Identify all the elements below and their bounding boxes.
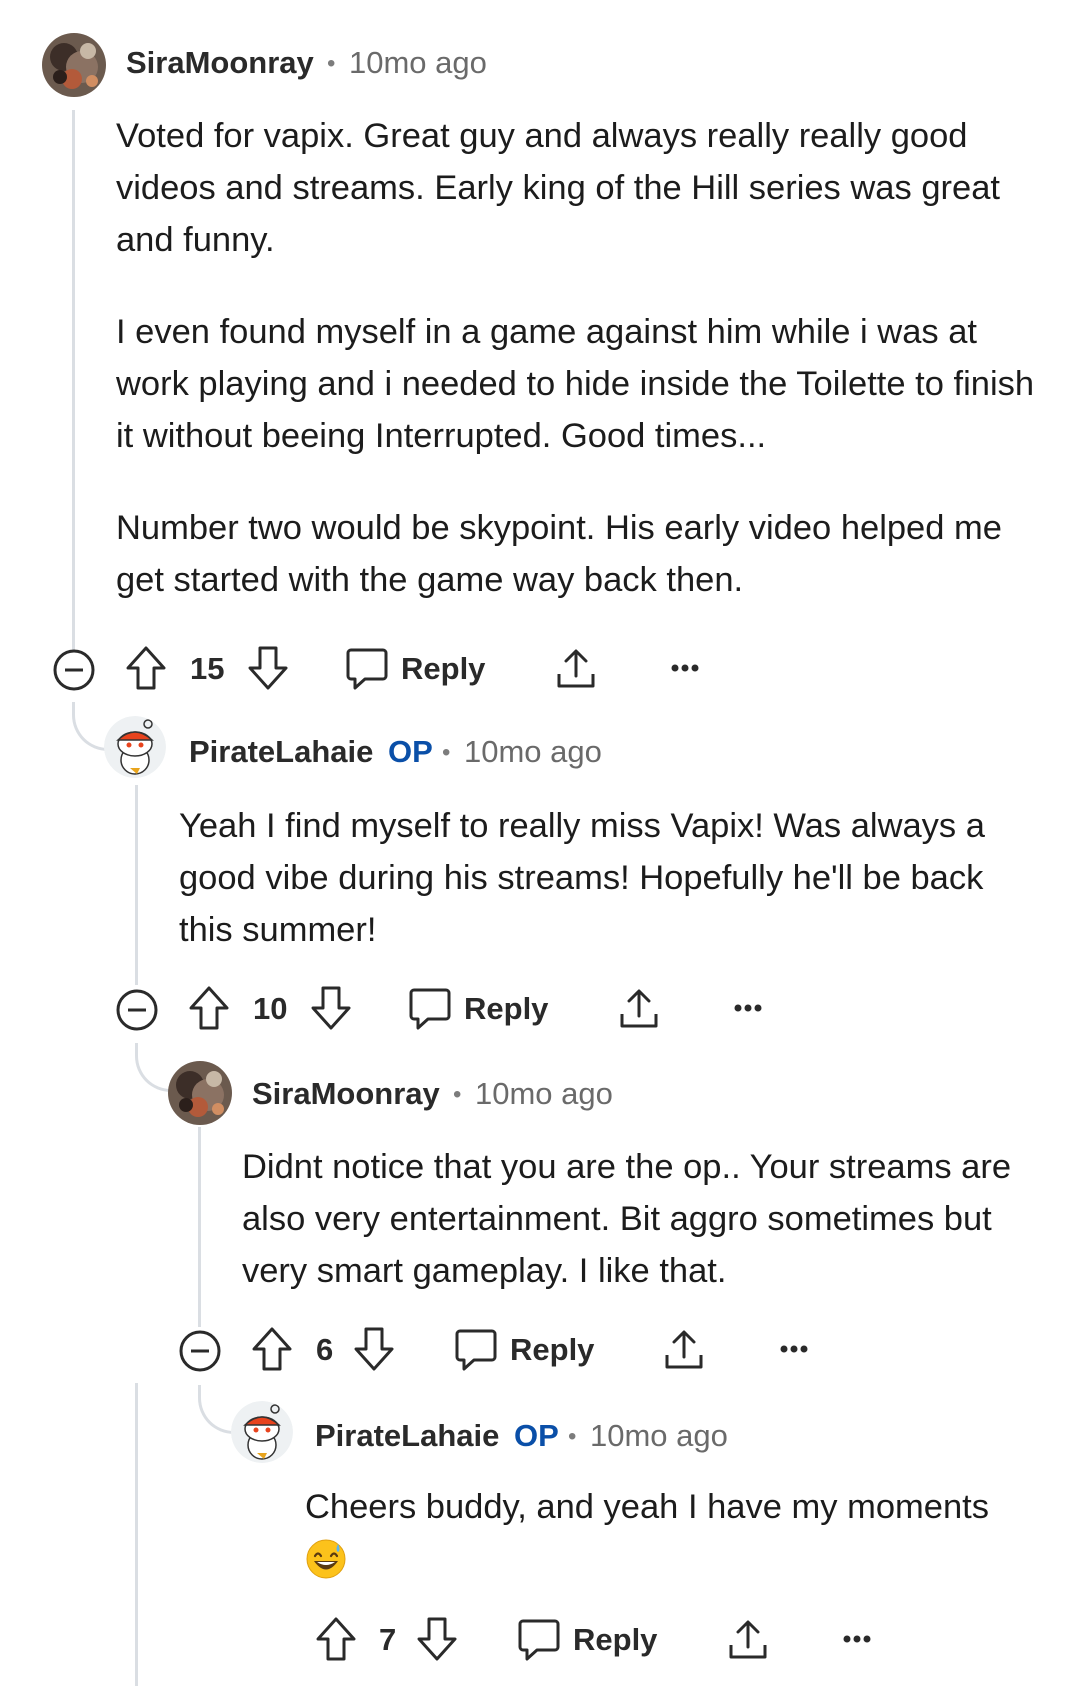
collapse-minus-icon bbox=[116, 989, 158, 1031]
avatar[interactable] bbox=[231, 1401, 293, 1463]
comment-body: Didnt notice that you are the op.. Your … bbox=[242, 1141, 1052, 1297]
comment-timestamp: 10mo ago bbox=[475, 1076, 613, 1111]
comment-timestamp: 10mo ago bbox=[349, 45, 487, 80]
more-dots-icon bbox=[671, 664, 699, 672]
more-dots-icon bbox=[780, 1345, 808, 1353]
upvote-button[interactable] bbox=[187, 984, 231, 1032]
thread-line-level-1 bbox=[72, 110, 75, 650]
vote-count: 6 bbox=[316, 1332, 334, 1367]
reply-bubble-icon bbox=[455, 1329, 497, 1371]
more-dots-icon bbox=[843, 1635, 871, 1643]
reply-label: Reply bbox=[510, 1332, 595, 1367]
meta-separator: • bbox=[453, 1081, 462, 1108]
share-button[interactable] bbox=[554, 646, 598, 692]
comment-username[interactable]: SiraMoonray bbox=[126, 45, 314, 81]
thread-line-level-2 bbox=[135, 785, 138, 985]
meta-separator: • bbox=[327, 50, 336, 77]
comment-paragraph: I even found myself in a game against hi… bbox=[116, 313, 1035, 455]
reply-button[interactable]: Reply bbox=[345, 646, 485, 692]
comment-paragraph: Didnt notice that you are the op.. Your … bbox=[242, 1148, 1012, 1290]
upvote-arrow-icon bbox=[316, 1617, 356, 1661]
comment-paragraph: Number two would be skypoint. His early … bbox=[116, 509, 1002, 599]
share-icon bbox=[665, 1330, 703, 1369]
share-button[interactable] bbox=[617, 986, 661, 1032]
more-options-button[interactable] bbox=[733, 1002, 763, 1014]
reply-button[interactable]: Reply bbox=[517, 1617, 657, 1663]
upvote-button[interactable] bbox=[250, 1325, 294, 1373]
reply-bubble-icon bbox=[409, 988, 451, 1030]
collapse-button[interactable] bbox=[52, 648, 96, 692]
upvote-arrow-icon bbox=[126, 646, 166, 690]
op-badge: OP bbox=[514, 1418, 559, 1453]
reply-button[interactable]: Reply bbox=[454, 1327, 594, 1373]
downvote-arrow-icon bbox=[248, 646, 288, 690]
comment-timestamp: 10mo ago bbox=[464, 734, 602, 769]
upvote-button[interactable] bbox=[124, 644, 168, 692]
emoji-face-icon bbox=[306, 1539, 346, 1579]
comment-username[interactable]: PirateLahaie bbox=[189, 734, 373, 770]
collapse-minus-icon bbox=[53, 649, 95, 691]
reply-label: Reply bbox=[401, 651, 486, 686]
comment-body: Cheers buddy, and yeah I have my moments bbox=[305, 1481, 1065, 1533]
upvote-arrow-icon bbox=[252, 1327, 292, 1371]
downvote-arrow-icon bbox=[311, 986, 351, 1030]
avatar[interactable] bbox=[42, 33, 106, 97]
share-button[interactable] bbox=[726, 1617, 770, 1663]
share-icon bbox=[620, 989, 658, 1028]
reply-label: Reply bbox=[464, 991, 549, 1026]
more-dots-icon bbox=[734, 1004, 762, 1012]
more-options-button[interactable] bbox=[670, 662, 700, 674]
share-icon bbox=[557, 649, 595, 688]
op-badge: OP bbox=[388, 734, 433, 769]
thread-line-level-4 bbox=[135, 1383, 138, 1686]
meta-separator: • bbox=[442, 739, 451, 766]
downvote-button[interactable] bbox=[352, 1325, 396, 1373]
downvote-button[interactable] bbox=[415, 1615, 459, 1663]
comment-body: Voted for vapix. Great guy and always re… bbox=[116, 110, 1046, 606]
share-icon bbox=[729, 1620, 767, 1659]
comment-paragraph: Yeah I find myself to really miss Vapix!… bbox=[179, 807, 985, 949]
reply-bubble-icon bbox=[346, 648, 388, 690]
vote-count: 7 bbox=[379, 1622, 397, 1657]
downvote-button[interactable] bbox=[309, 984, 353, 1032]
comment-username[interactable]: SiraMoonray bbox=[252, 1076, 440, 1112]
collapse-button[interactable] bbox=[178, 1329, 222, 1373]
collapse-minus-icon bbox=[179, 1330, 221, 1372]
comment-paragraph: Cheers buddy, and yeah I have my moments bbox=[305, 1488, 989, 1526]
meta-separator: • bbox=[568, 1423, 577, 1450]
reply-label: Reply bbox=[573, 1622, 658, 1657]
thread-line-level-3 bbox=[198, 1127, 201, 1327]
reply-button[interactable]: Reply bbox=[408, 986, 548, 1032]
comment-timestamp: 10mo ago bbox=[590, 1418, 728, 1453]
upvote-arrow-icon bbox=[189, 986, 229, 1030]
upvote-button[interactable] bbox=[314, 1615, 358, 1663]
vote-count: 15 bbox=[190, 651, 225, 686]
avatar[interactable] bbox=[104, 716, 166, 778]
more-options-button[interactable] bbox=[842, 1633, 872, 1645]
downvote-arrow-icon bbox=[417, 1617, 457, 1661]
more-options-button[interactable] bbox=[779, 1343, 809, 1355]
downvote-arrow-icon bbox=[354, 1327, 394, 1371]
vote-count: 10 bbox=[253, 991, 288, 1026]
grinning-sweat-emoji bbox=[305, 1538, 347, 1585]
comment-paragraph: Voted for vapix. Great guy and always re… bbox=[116, 117, 1000, 259]
comment-username[interactable]: PirateLahaie bbox=[315, 1418, 499, 1454]
comment-body: Yeah I find myself to really miss Vapix!… bbox=[179, 800, 1039, 956]
collapse-button[interactable] bbox=[115, 988, 159, 1032]
share-button[interactable] bbox=[662, 1327, 706, 1373]
reply-bubble-icon bbox=[518, 1619, 560, 1661]
avatar[interactable] bbox=[168, 1061, 232, 1125]
downvote-button[interactable] bbox=[246, 644, 290, 692]
